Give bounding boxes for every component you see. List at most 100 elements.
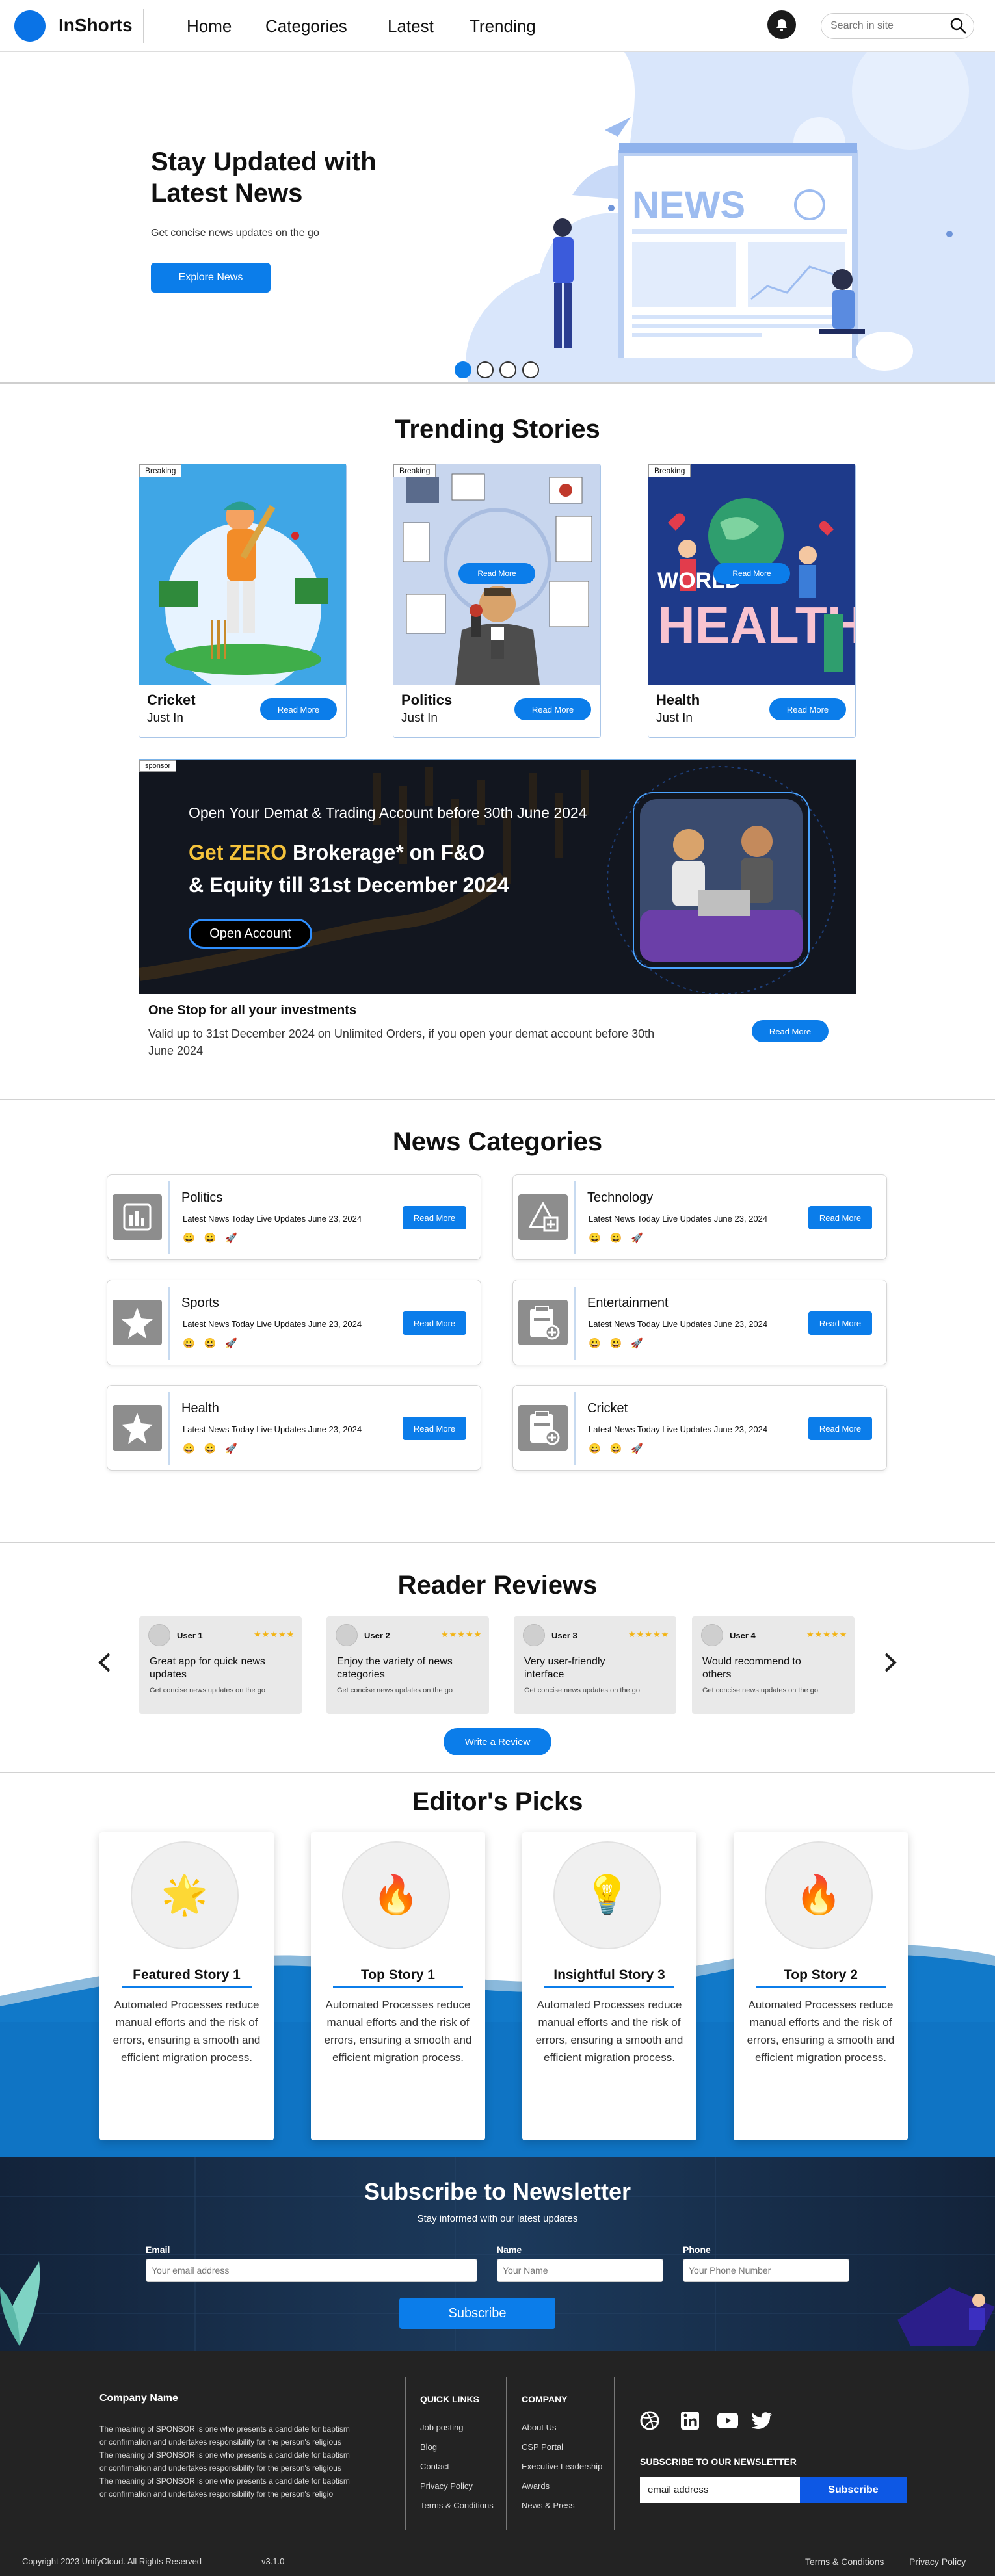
- pick-card[interactable]: 💡 Insightful Story 3 Automated Processes…: [522, 1832, 696, 2140]
- carousel-dot-4[interactable]: [522, 361, 539, 378]
- nav-link-home[interactable]: Home: [187, 16, 232, 36]
- read-more-button[interactable]: Read More: [403, 1311, 466, 1335]
- reaction-icons[interactable]: 😀😀🚀: [183, 1232, 246, 1244]
- hero-news-illustration: NEWS: [466, 52, 995, 382]
- logo-icon[interactable]: [14, 10, 46, 42]
- category-card-sports[interactable]: Sports Latest News Today Live Updates Ju…: [107, 1280, 481, 1365]
- reaction-icons[interactable]: 😀😀🚀: [589, 1232, 652, 1244]
- trending-card-health[interactable]: WORLD HEALTH Read More Breaking Health J…: [648, 464, 856, 738]
- write-review-button[interactable]: Write a Review: [444, 1728, 551, 1755]
- footer-link-news-press[interactable]: News & Press: [522, 2501, 575, 2510]
- footer-link-contact[interactable]: Contact: [420, 2462, 449, 2471]
- email-input[interactable]: [146, 2259, 477, 2282]
- reaction-icons[interactable]: 😀😀🚀: [183, 1337, 246, 1349]
- sponsor-ad-card[interactable]: Open Your Demat & Trading Account before…: [139, 759, 856, 1071]
- read-more-button[interactable]: Read More: [769, 698, 846, 720]
- read-more-button[interactable]: Read More: [808, 1206, 872, 1229]
- ad-banner[interactable]: Open Your Demat & Trading Account before…: [139, 760, 856, 994]
- newsletter-subtitle: Stay informed with our latest updates: [417, 2213, 578, 2224]
- footer-link-job-posting[interactable]: Job posting: [420, 2423, 464, 2432]
- footer-link-leadership[interactable]: Executive Leadership: [522, 2462, 602, 2471]
- trending-card-politics[interactable]: Read More Breaking Politics Just In Read…: [393, 464, 601, 738]
- overlay-read-more-button[interactable]: Read More: [713, 563, 790, 584]
- carousel-dot-2[interactable]: [477, 361, 494, 378]
- read-more-button[interactable]: Read More: [808, 1417, 872, 1440]
- pick-title: Featured Story 1: [133, 1967, 241, 1982]
- category-subtitle: Latest News Today Live Updates June 23, …: [183, 1214, 362, 1224]
- review-user: User 4: [730, 1631, 756, 1640]
- read-more-button[interactable]: Read More: [260, 698, 337, 720]
- footer-link-awards[interactable]: Awards: [522, 2481, 550, 2491]
- explore-news-button[interactable]: Explore News: [151, 263, 271, 293]
- pick-card[interactable]: 🔥 Top Story 2 Automated Processes reduce…: [734, 1832, 908, 2140]
- overlay-read-more-button[interactable]: Read More: [458, 563, 535, 584]
- footer-email-input[interactable]: email address: [640, 2477, 800, 2503]
- hero-title: Stay Updated with Latest News: [151, 148, 377, 207]
- footer-about-line: The meaning of SPONSOR is one who presen…: [100, 2477, 350, 2486]
- star-icon: [113, 1300, 162, 1345]
- nav-link-latest[interactable]: Latest: [388, 16, 434, 36]
- pick-card[interactable]: 🔥 Top Story 1 Automated Processes reduce…: [311, 1832, 485, 2140]
- dribbble-icon[interactable]: [640, 2411, 659, 2430]
- name-input[interactable]: [497, 2259, 663, 2282]
- footer-link-terms[interactable]: Terms & Conditions: [420, 2501, 494, 2510]
- star-rating: ★★★★★: [441, 1629, 483, 1639]
- footer-bottom-link-terms[interactable]: Terms & Conditions: [805, 2556, 884, 2567]
- news-word: NEWS: [632, 184, 745, 226]
- cricket-illustration: [139, 464, 346, 685]
- category-card-cricket[interactable]: Cricket Latest News Today Live Updates J…: [512, 1385, 887, 1471]
- copyright-text: Copyright 2023 UnifyCloud. All Rights Re…: [22, 2556, 202, 2566]
- reaction-icons[interactable]: 😀😀🚀: [589, 1443, 652, 1454]
- read-more-button[interactable]: Read More: [403, 1417, 466, 1440]
- footer-subscribe-button[interactable]: Subscribe: [800, 2477, 907, 2503]
- avatar: [701, 1624, 723, 1646]
- nav-link-categories[interactable]: Categories: [265, 16, 347, 36]
- subscribe-button[interactable]: Subscribe: [399, 2298, 555, 2329]
- phone-input[interactable]: [683, 2259, 849, 2282]
- read-more-button[interactable]: Read More: [514, 698, 591, 720]
- category-subtitle: Latest News Today Live Updates June 23, …: [183, 1319, 362, 1329]
- footer-link-privacy[interactable]: Privacy Policy: [420, 2481, 473, 2491]
- categories-title: News Categories: [392, 1127, 603, 1156]
- linkedin-icon[interactable]: [680, 2411, 700, 2430]
- trending-card-cricket[interactable]: Breaking Cricket Just In Read More: [139, 464, 347, 738]
- carousel-dot-3[interactable]: [499, 361, 516, 378]
- footer-link-csp-portal[interactable]: CSP Portal: [522, 2442, 563, 2452]
- open-account-button[interactable]: Open Account: [189, 919, 312, 949]
- footer-about-line: The meaning of SPONSOR is one who presen…: [100, 2451, 350, 2460]
- footer-link-blog[interactable]: Blog: [420, 2442, 437, 2452]
- chevron-right-icon[interactable]: [882, 1651, 899, 1674]
- card-divider: [168, 1392, 170, 1465]
- category-card-entertainment[interactable]: Entertainment Latest News Today Live Upd…: [512, 1280, 887, 1365]
- search-icon[interactable]: [949, 17, 968, 35]
- category-card-politics[interactable]: Politics Latest News Today Live Updates …: [107, 1174, 481, 1260]
- ad-read-more-button[interactable]: Read More: [752, 1020, 829, 1042]
- reaction-icons[interactable]: 😀😀🚀: [589, 1337, 652, 1349]
- star-rating: ★★★★★: [628, 1629, 670, 1639]
- review-card: User 4 ★★★★★ Would recommend to others G…: [692, 1616, 855, 1714]
- read-more-button[interactable]: Read More: [808, 1311, 872, 1335]
- category-subtitle: Latest News Today Live Updates June 23, …: [183, 1425, 362, 1434]
- card-divider: [574, 1392, 576, 1465]
- footer-bottom-link-privacy[interactable]: Privacy Policy: [909, 2556, 966, 2567]
- phone-label: Phone: [683, 2244, 711, 2255]
- reaction-icons[interactable]: 😀😀🚀: [183, 1443, 246, 1454]
- chevron-left-icon[interactable]: [96, 1651, 113, 1674]
- section-divider: [0, 1542, 995, 1543]
- pick-description: Automated Processes reduce manual effort…: [324, 1999, 472, 2064]
- notification-bell-icon[interactable]: [767, 10, 796, 39]
- nav-link-trending[interactable]: Trending: [470, 16, 536, 36]
- youtube-icon[interactable]: [717, 2412, 739, 2429]
- hero-subtitle: Get concise news updates on the go: [151, 228, 319, 239]
- footer-link-about[interactable]: About Us: [522, 2423, 556, 2432]
- brand-name[interactable]: InShorts: [59, 15, 133, 36]
- review-text: Great app for quick news updates: [150, 1656, 265, 1680]
- pick-card[interactable]: 🌟 Featured Story 1 Automated Processes r…: [100, 1832, 274, 2140]
- card-divider: [168, 1287, 170, 1360]
- category-card-health[interactable]: Health Latest News Today Live Updates Ju…: [107, 1385, 481, 1471]
- top-navbar: InShorts Home Categories Latest Trending: [0, 0, 995, 52]
- read-more-button[interactable]: Read More: [403, 1206, 466, 1229]
- twitter-icon[interactable]: [752, 2412, 773, 2429]
- carousel-dot-1[interactable]: [455, 361, 471, 378]
- category-card-technology[interactable]: Technology Latest News Today Live Update…: [512, 1174, 887, 1260]
